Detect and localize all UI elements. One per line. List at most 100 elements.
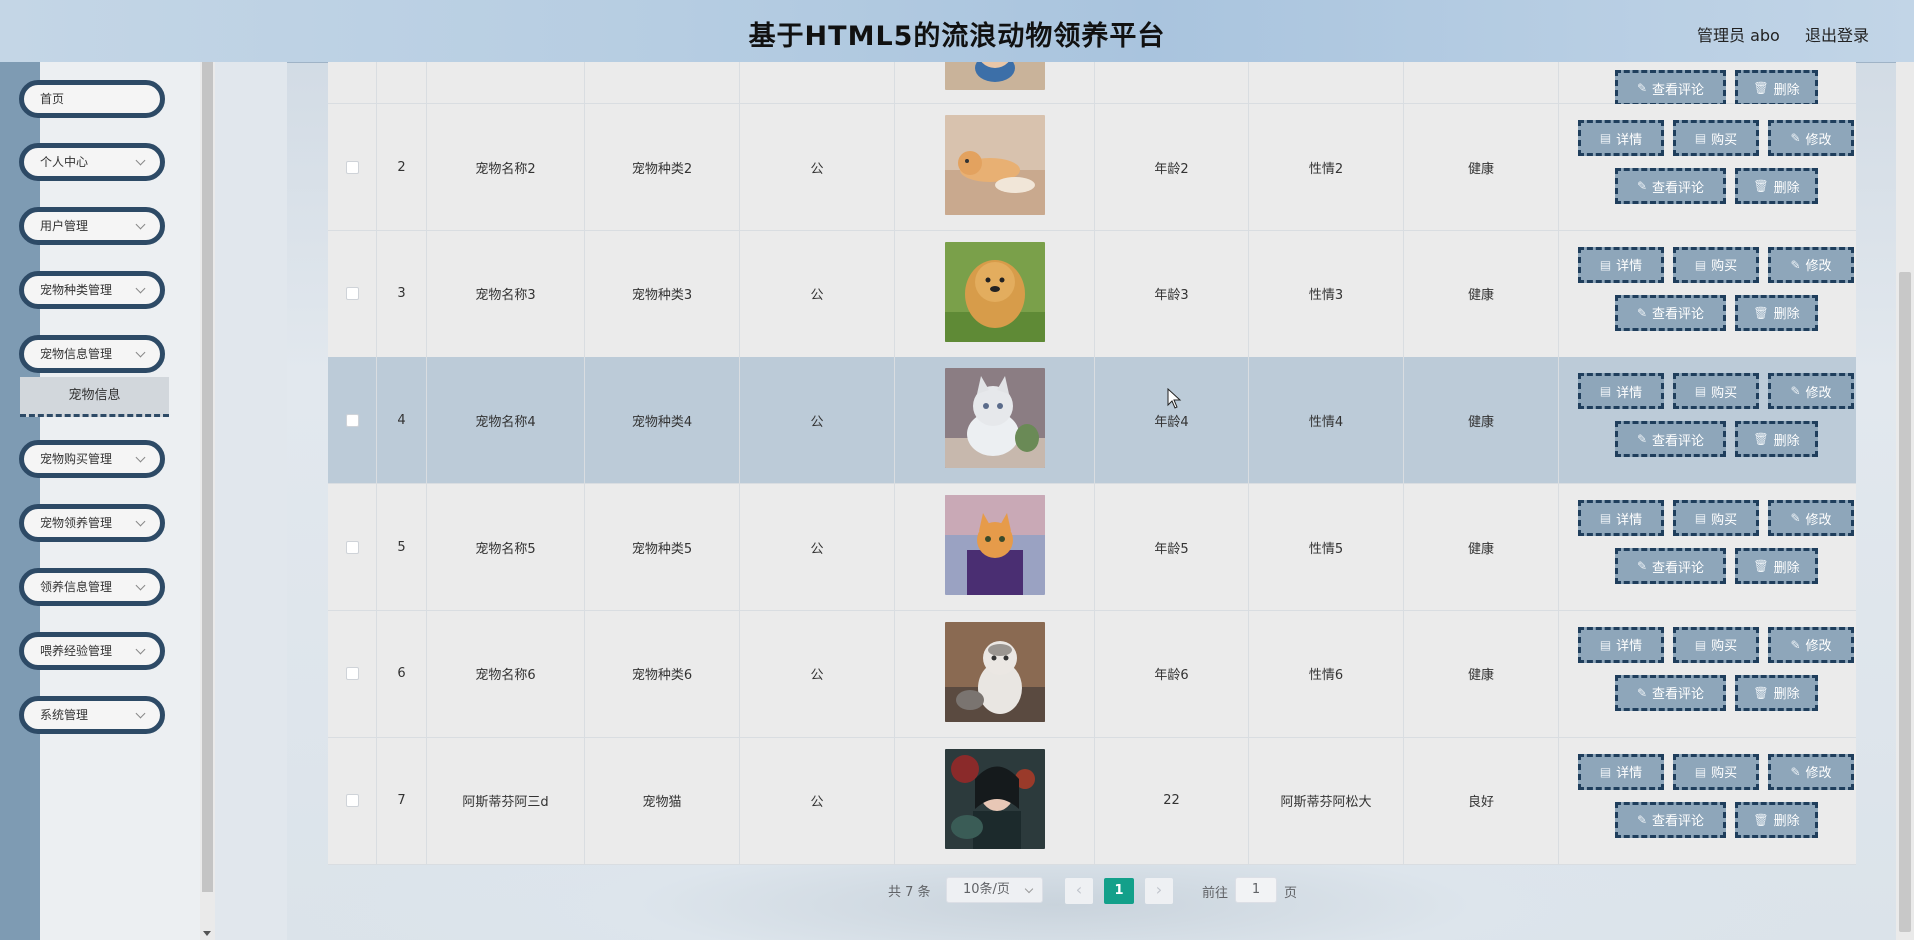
buy-button[interactable]: ▤ 购买 xyxy=(1673,120,1759,156)
cell-text: 7 xyxy=(397,793,406,808)
sidebar-item-label: 用户管理 xyxy=(40,219,89,233)
sidebar-menu-item[interactable]: 宠物领养管理 xyxy=(19,504,165,542)
button-label: 查看评论 xyxy=(1652,433,1705,449)
table-row[interactable]: 2 宠物名称2 宠物种类2 公 年龄2 性情2 健康 ▤ 详情 ▤ 购买 ✎ 修改 ✎ 查看评论 🗑 删除 xyxy=(328,104,1856,231)
edit-icon: ✎ xyxy=(1790,511,1801,526)
main-scrollbar[interactable] xyxy=(1896,62,1914,940)
logout-link[interactable]: 退出登录 xyxy=(1805,22,1869,46)
table-cell-type: 宠物种类2 xyxy=(585,104,740,230)
sidebar-menu-item[interactable]: 用户管理 xyxy=(19,207,165,245)
buy-button[interactable]: ▤ 购买 xyxy=(1673,246,1759,283)
detail-button[interactable]: ▤ 详情 xyxy=(1578,753,1664,790)
page-size-select[interactable]: 10条/页 xyxy=(946,877,1043,903)
sidebar-scroll-thumb[interactable] xyxy=(202,62,213,892)
delete-button[interactable]: 🗑 删除 xyxy=(1735,168,1818,204)
detail-button[interactable]: ▤ 详情 xyxy=(1578,373,1664,410)
sidebar-menu-item[interactable]: 宠物购买管理 xyxy=(19,440,165,478)
row-checkbox[interactable] xyxy=(345,160,359,174)
table-cell-photo xyxy=(895,357,1095,484)
prev-page-button[interactable]: ‹ xyxy=(1065,878,1093,904)
document-icon: ▤ xyxy=(1694,637,1707,652)
edit-button[interactable]: ✎ 修改 xyxy=(1768,626,1854,663)
goto-page-input[interactable]: 1 xyxy=(1235,877,1277,903)
buy-button[interactable]: ▤ 购买 xyxy=(1673,500,1759,537)
edit-icon: ✎ xyxy=(1636,559,1648,574)
trash-icon: 🗑 xyxy=(1753,179,1769,193)
edit-button[interactable]: ✎ 修改 xyxy=(1768,753,1854,790)
delete-button[interactable]: 🗑 删除 xyxy=(1735,421,1818,458)
edit-button[interactable]: ✎ 修改 xyxy=(1768,246,1854,283)
table-cell-type: 宠物种类6 xyxy=(585,610,740,737)
chevron-down-icon xyxy=(135,644,146,655)
table-cell-age: 年龄4 xyxy=(1095,357,1249,484)
row-checkbox[interactable] xyxy=(345,287,359,301)
table-cell-temperament: 性情3 xyxy=(1249,230,1404,357)
sidebar-menu-item[interactable]: 系统管理 xyxy=(19,696,165,734)
table-cell-gender: 公 xyxy=(740,104,895,230)
row-checkbox[interactable] xyxy=(345,540,359,554)
edit-button[interactable]: ✎ 修改 xyxy=(1768,500,1854,537)
edit-button[interactable]: ✎ 修改 xyxy=(1768,120,1854,156)
delete-button[interactable]: 🗑 删除 xyxy=(1735,674,1818,711)
comments-button[interactable]: ✎ 查看评论 xyxy=(1615,421,1726,458)
sidebar-scrollbar[interactable] xyxy=(200,62,215,940)
table-row[interactable]: 6 宠物名称6 宠物种类6 公 年龄6 性情6 健康 ▤ 详情 ▤ 购买 ✎ 修改 ✎ 查看评论 🗑 删除 xyxy=(328,610,1856,738)
page-number-active[interactable]: 1 xyxy=(1104,878,1134,904)
submenu-item-pet-info[interactable]: 宠物信息 xyxy=(20,377,169,417)
cell-text: 宠物名称4 xyxy=(475,414,536,430)
button-label: 修改 xyxy=(1805,259,1832,275)
edit-button[interactable]: ✎ 修改 xyxy=(1768,373,1854,410)
detail-button[interactable]: ▤ 详情 xyxy=(1578,500,1664,537)
sidebar-menu-item[interactable]: 个人中心 xyxy=(19,143,165,181)
delete-button[interactable]: 🗑 删除 xyxy=(1735,548,1818,585)
delete-button[interactable]: 🗑 删除 xyxy=(1735,801,1818,838)
button-label: 查看评论 xyxy=(1652,82,1705,98)
buy-button[interactable]: ▤ 购买 xyxy=(1673,373,1759,410)
table-row[interactable]: 5 宠物名称5 宠物种类5 公 年龄5 性情5 健康 ▤ 详情 ▤ 购买 ✎ 修改 ✎ 查看评论 🗑 删除 xyxy=(328,484,1856,612)
button-label: 查看评论 xyxy=(1652,180,1705,196)
cell-text: 宠物名称5 xyxy=(475,541,536,557)
comments-button[interactable]: ✎ 查看评论 xyxy=(1615,168,1726,204)
sidebar-menu-item[interactable]: 喂养经验管理 xyxy=(19,632,165,670)
table-row[interactable]: 7 阿斯蒂芬阿三d 宠物猫 公 22 阿斯蒂芬阿松大 良好 ▤ 详情 ▤ 购买 ✎ 修改 ✎ 查看评论 🗑 删除 xyxy=(328,737,1856,865)
pet-photo xyxy=(944,115,1045,219)
next-page-button[interactable]: › xyxy=(1145,878,1173,904)
buy-button[interactable]: ▤ 购买 xyxy=(1673,626,1759,663)
cell-text: 2 xyxy=(397,159,406,175)
comments-button[interactable]: ✎ 查看评论 xyxy=(1615,674,1726,711)
sidebar-item-label: 个人中心 xyxy=(40,155,89,169)
cell-text: 3 xyxy=(397,286,406,302)
buy-button[interactable]: ▤ 购买 xyxy=(1673,753,1759,790)
table-row[interactable]: 4 宠物名称4 宠物种类4 公 年龄4 性情4 健康 ▤ 详情 ▤ 购买 ✎ 修改 ✎ 查看评论 🗑 删除 xyxy=(328,357,1856,485)
comments-button[interactable]: ✎ 查看评论 xyxy=(1615,801,1726,838)
table-cell-checkbox xyxy=(328,610,377,737)
detail-button[interactable]: ▤ 详情 xyxy=(1578,626,1664,663)
sidebar-menu-item[interactable]: 领养信息管理 xyxy=(19,568,165,606)
cell-text: 公 xyxy=(810,161,824,177)
edit-icon: ✎ xyxy=(1636,305,1648,320)
row-checkbox[interactable] xyxy=(345,667,359,681)
scroll-down-arrow-icon[interactable] xyxy=(203,931,211,936)
sidebar-menu-item[interactable]: 宠物信息管理 xyxy=(19,335,165,373)
delete-button[interactable]: 🗑 删除 xyxy=(1735,70,1818,106)
cell-text: 性情5 xyxy=(1308,541,1344,557)
row-checkbox[interactable] xyxy=(345,413,359,427)
table-cell-name: 宠物名称3 xyxy=(427,230,585,357)
sidebar-menu-item[interactable]: 宠物种类管理 xyxy=(19,271,165,309)
row-checkbox[interactable] xyxy=(345,794,359,807)
detail-button[interactable]: ▤ 详情 xyxy=(1578,120,1664,156)
chevron-down-icon xyxy=(1024,884,1034,894)
comments-button[interactable]: ✎ 查看评论 xyxy=(1615,294,1726,331)
comments-button[interactable]: ✎ 查看评论 xyxy=(1615,548,1726,585)
comments-button[interactable]: ✎ 查看评论 xyxy=(1615,70,1726,106)
table-row[interactable]: 3 宠物名称3 宠物种类3 公 年龄3 性情3 健康 ▤ 详情 ▤ 购买 ✎ 修改 ✎ 查看评论 🗑 删除 xyxy=(328,230,1856,358)
sidebar-menu-item[interactable]: 首页 xyxy=(19,80,165,118)
sidebar-accent-strip xyxy=(0,62,40,940)
document-icon: ▤ xyxy=(1694,257,1707,272)
main-scroll-thumb[interactable] xyxy=(1899,272,1911,932)
detail-button[interactable]: ▤ 详情 xyxy=(1578,246,1664,283)
delete-button[interactable]: 🗑 删除 xyxy=(1735,294,1818,331)
sidebar xyxy=(40,62,200,940)
button-label: 详情 xyxy=(1616,639,1643,655)
table-cell-index: 2 xyxy=(377,104,427,230)
